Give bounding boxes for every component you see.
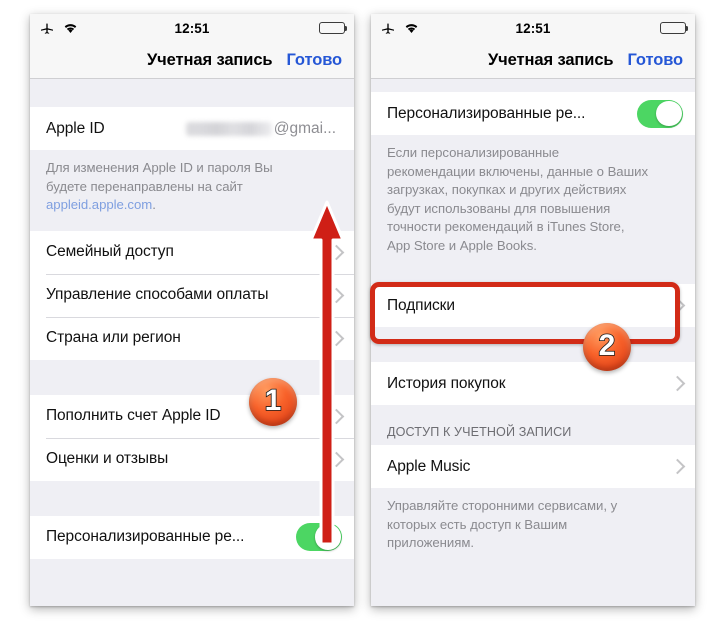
row-label: Оценки и отзывы <box>46 450 169 467</box>
screenshot-stage: 12:51 Учетная запись Готово Apple ID @gm… <box>0 0 724 634</box>
appleid-link[interactable]: appleid.apple.com <box>46 197 152 212</box>
chevron-right-icon <box>669 458 686 475</box>
chevron-right-icon <box>669 297 686 314</box>
row-label: История покупок <box>387 374 506 392</box>
done-button[interactable]: Готово <box>286 51 342 70</box>
note-line-3: загрузках, покупках и других действиях <box>387 182 627 197</box>
apple-id-footer-note: Для изменения Apple ID и пароля Вы будет… <box>30 150 354 231</box>
row-country-region[interactable]: Страна или регион <box>30 316 354 360</box>
note-line-5: точности рекомендаций в iTunes Store, <box>387 219 625 234</box>
row-subscriptions[interactable]: Подписки <box>371 284 695 327</box>
row-family-sharing[interactable]: Семейный доступ <box>30 230 354 274</box>
personalized-footer-note: Если персонализированные рекомендации вк… <box>371 135 695 267</box>
spacer <box>371 327 695 362</box>
row-label: Apple Music <box>387 457 471 475</box>
row-label: Apple ID <box>46 119 105 137</box>
blurred-email-value <box>185 121 272 136</box>
row-personalized-recommendations[interactable]: Персонализированные ре... <box>371 92 695 135</box>
row-label: Подписки <box>387 296 455 314</box>
personalized-recommendations-toggle[interactable] <box>296 523 342 551</box>
note-line-2: будете перенаправлены на сайт <box>46 178 243 194</box>
spacer <box>30 480 354 516</box>
battery-icon <box>660 21 689 35</box>
apple-music-group: Apple Music <box>371 445 695 488</box>
row-label: Семейный доступ <box>46 243 174 260</box>
spacer <box>30 359 354 395</box>
note-line-1: Если персонализированные <box>387 145 559 160</box>
spacer <box>371 79 695 92</box>
row-personalized-recommendations[interactable]: Персонализированные ре... <box>30 515 354 559</box>
apple-id-group: Apple ID @gmai... <box>30 107 354 150</box>
row-label: Персонализированные ре... <box>46 528 245 545</box>
page-title: Учетная запись <box>488 50 614 69</box>
note-period: . <box>152 197 156 212</box>
note-line-2: рекомендации включены, данные о Ваших <box>387 163 648 179</box>
account-group-one: Семейный доступ Управление способами опл… <box>30 230 354 360</box>
page-title: Учетная запись <box>147 50 273 69</box>
purchase-history-group: История покупок <box>371 362 695 405</box>
battery-icon <box>319 21 348 35</box>
settings-list-left[interactable]: Apple ID @gmai... Для изменения Apple ID… <box>30 79 354 606</box>
row-apple-id[interactable]: Apple ID @gmai... <box>30 107 354 150</box>
note-line-1: Для изменения Apple ID и пароля Вы <box>46 160 273 175</box>
right-phone-screen: 12:51 Учетная запись Готово Персонализир… <box>371 14 695 606</box>
status-bar-time: 12:51 <box>174 20 210 36</box>
left-phone-screen: 12:51 Учетная запись Готово Apple ID @gm… <box>30 14 354 606</box>
note-line-1: Управляйте сторонними сервисами, у <box>387 498 618 513</box>
chevron-right-icon <box>328 330 345 346</box>
done-button[interactable]: Готово <box>627 51 683 70</box>
account-group-three: Персонализированные ре... <box>30 515 354 559</box>
row-label: Страна или регион <box>46 329 181 346</box>
spacer <box>30 79 354 107</box>
note-line-4: будут использованы для повышения <box>387 200 611 216</box>
personalized-recommendations-toggle[interactable] <box>637 99 683 128</box>
account-group-two: Пополнить счет Apple ID Оценки и отзывы <box>30 394 354 481</box>
spacer <box>371 267 695 284</box>
chevron-right-icon <box>669 375 686 392</box>
personalized-group: Персонализированные ре... <box>371 92 695 135</box>
row-apple-music[interactable]: Apple Music <box>371 445 695 488</box>
row-payment-methods[interactable]: Управление способами оплаты <box>30 273 354 317</box>
row-label: Управление способами оплаты <box>46 286 269 303</box>
row-label: Пополнить счет Apple ID <box>46 407 221 424</box>
navigation-bar-right: Учетная запись Готово <box>371 42 695 79</box>
status-bar-left: 12:51 <box>30 14 354 42</box>
subscriptions-group: Подписки <box>371 284 695 327</box>
note-line-3: приложениям. <box>387 535 474 550</box>
chevron-right-icon <box>328 244 345 260</box>
apple-music-footer-note: Управляйте сторонними сервисами, у котор… <box>371 488 695 565</box>
note-line-2: которых есть доступ к Вашим <box>387 516 568 532</box>
navigation-bar-left: Учетная запись Готово <box>30 42 354 79</box>
chevron-right-icon <box>328 408 345 424</box>
row-add-funds[interactable]: Пополнить счет Apple ID <box>30 394 354 438</box>
status-bar-right: 12:51 <box>371 14 695 42</box>
chevron-right-icon <box>328 451 345 467</box>
apple-id-email-suffix: @gmai... <box>273 119 336 137</box>
note-line-6: App Store и Apple Books. <box>387 237 537 253</box>
status-bar-time: 12:51 <box>515 20 551 36</box>
row-label: Персонализированные ре... <box>387 104 586 122</box>
chevron-right-icon <box>328 287 345 303</box>
settings-list-right[interactable]: Персонализированные ре... Если персонали… <box>371 79 695 606</box>
row-ratings-reviews[interactable]: Оценки и отзывы <box>30 437 354 481</box>
row-purchase-history[interactable]: История покупок <box>371 362 695 405</box>
section-header-account-access: ДОСТУП К УЧЕТНОЙ ЗАПИСИ <box>371 405 695 445</box>
